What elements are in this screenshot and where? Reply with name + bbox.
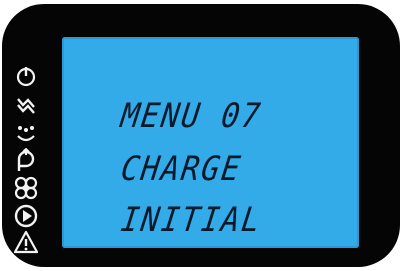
lcd-screen: MENU 07 CHARGE INITIAL: [62, 37, 359, 248]
menu-number-text: MENU 07: [118, 97, 265, 137]
fan-icon: [14, 176, 38, 200]
timer-icon: [14, 148, 38, 172]
warning-icon: [14, 230, 38, 254]
device-bezel: MENU 07 CHARGE INITIAL: [2, 4, 400, 267]
menu-value-text: INITIAL: [118, 201, 265, 241]
power-icon: [14, 64, 38, 88]
menu-title-text: CHARGE: [118, 150, 245, 190]
droplets-icon: [14, 122, 38, 146]
lightning-icon: [14, 92, 38, 116]
status-icon-strip: [14, 64, 38, 254]
play-icon: [14, 204, 38, 228]
